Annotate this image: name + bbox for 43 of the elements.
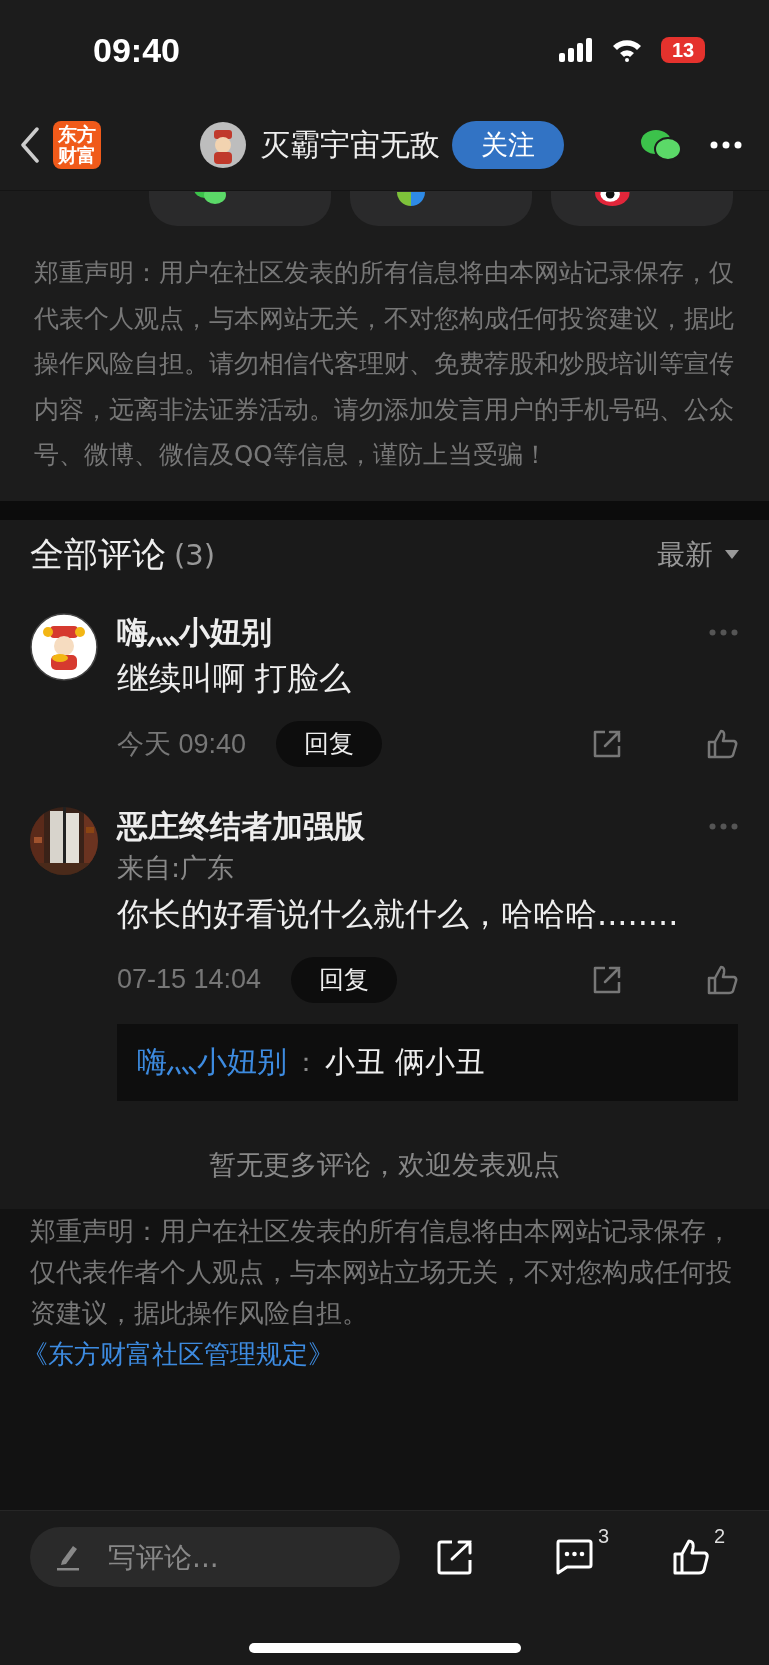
wechat-icon[interactable] xyxy=(640,128,682,162)
comment-text: 你长的好看说什么就什么，哈哈哈........ xyxy=(117,893,680,935)
caret-icon[interactable] xyxy=(725,550,739,560)
back-icon[interactable] xyxy=(20,127,40,163)
commenter-name[interactable]: 恶庄终结者加强版 xyxy=(117,805,365,848)
pencil-icon xyxy=(56,1543,80,1571)
reply-button[interactable]: 回复 xyxy=(276,720,383,767)
comment-text: 继续叫啊 打脸么 xyxy=(117,657,353,699)
wifi-icon xyxy=(611,38,643,62)
reply-separator: ： xyxy=(293,1045,319,1079)
aperture-icon xyxy=(397,192,425,206)
follow-button[interactable]: 关注 xyxy=(452,121,564,169)
chat-bubbles-icon xyxy=(193,192,227,206)
commenter-name[interactable]: 嗨灬小妞别 xyxy=(117,611,272,654)
comment-icon[interactable] xyxy=(555,1539,593,1575)
comment-input-field[interactable]: 写评论... xyxy=(30,1527,400,1587)
more-icon[interactable] xyxy=(710,141,742,149)
battery-icon: 13 xyxy=(661,37,705,63)
status-time: 09:40 xyxy=(93,30,180,70)
no-more-comments-text: 暂无更多评论，欢迎发表观点 xyxy=(208,1147,561,1182)
reply-author[interactable]: 嗨灬小妞别 xyxy=(137,1041,287,1083)
thumbs-up-icon[interactable] xyxy=(707,728,738,759)
author-name[interactable]: 灭霸宇宙无敌 xyxy=(260,124,440,166)
comment-count: 3 xyxy=(597,1525,609,1548)
thumbs-up-icon[interactable] xyxy=(707,964,738,995)
like-count: 2 xyxy=(713,1525,725,1548)
comments-title: 全部评论 xyxy=(30,532,166,576)
disclaimer-text: 郑重声明：用户在社区发表的所有信息将由本网站记录保存，仅代表个人观点，与本网站无关，不对您构成任何投资建议，据此操作风险自担。请勿相信代客理财、免费荐股和炒股培训等宣传内容，远离非法证券活动。请勿添加发言用户的手机号码、公众号、微博、微信及QQ等信息，谨防上当受骗！ xyxy=(33,257,735,472)
rules-link[interactable]: 《东方财富社区管理规定》 xyxy=(22,1333,334,1375)
share-button[interactable] xyxy=(350,191,532,226)
comment-time: 07-15 14:04 xyxy=(117,964,262,996)
comments-count: (3) xyxy=(174,537,216,572)
reply-button[interactable]: 回复 xyxy=(291,956,398,1003)
share-button[interactable] xyxy=(149,191,331,226)
reply-text: 小丑 俩小丑 xyxy=(325,1042,485,1081)
user-avatar[interactable] xyxy=(30,612,98,681)
signal-icon xyxy=(559,38,593,62)
comment-time: 今天 09:40 xyxy=(117,727,247,761)
disclaimer-text: 郑重声明：用户在社区发表的所有信息将由本网站记录保存，仅代表作者个人观点，与本网站立场无关，不对您构成任何投资建议，据此操作风险自担。 xyxy=(30,1214,733,1330)
share-icon[interactable] xyxy=(437,1539,473,1575)
comment-location: 来自:广东 xyxy=(117,850,236,885)
author-avatar[interactable] xyxy=(200,122,246,168)
sort-dropdown[interactable]: 最新 xyxy=(657,535,713,574)
